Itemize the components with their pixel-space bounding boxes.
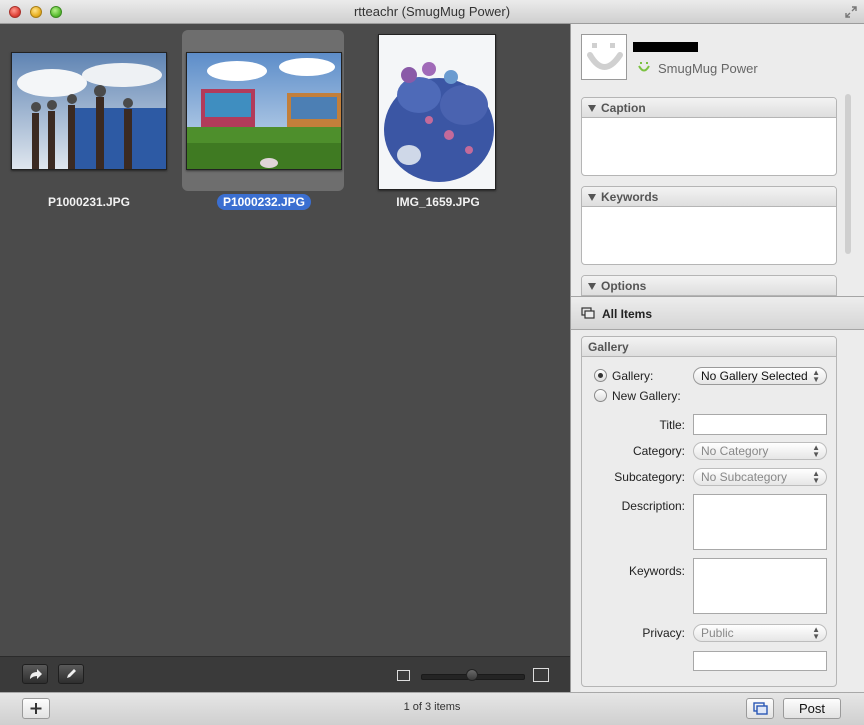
keywords-label: Keywords: [628,564,685,578]
queue-button[interactable] [746,698,774,719]
title-field[interactable] [693,414,827,435]
disclosure-triangle-icon[interactable] [588,283,596,290]
options-title: Options [601,279,647,293]
keywords-header[interactable]: Keywords [582,187,836,207]
photo-browser: P1000231.JPG P1000232.JPG IMG_1659.JPG [0,24,570,656]
popup-arrows-icon: ▲ ▼ [812,368,820,384]
large-thumbnail-icon[interactable] [533,668,549,682]
keywords-text-area[interactable] [582,207,836,264]
edit-button[interactable] [58,664,84,684]
stacked-photos-icon [753,702,768,715]
photo-thumbnail-p1000232[interactable] [186,52,342,170]
thumbnail-item[interactable]: IMG_1659.JPG [355,24,525,224]
browser-toolbar [0,656,570,692]
thumbnail-label[interactable]: P1000231.JPG [9,195,169,209]
options-header[interactable]: Options [582,276,836,296]
subcategory-label: Subcategory: [614,470,685,484]
metadata-scrollbar[interactable] [845,94,851,254]
smugmug-small-icon [638,62,650,72]
description-label: Description: [621,499,685,513]
gallery-select[interactable]: No Gallery Selected ▲ ▼ [693,367,827,385]
privacy-label: Privacy: [642,626,685,640]
thumbnail-label[interactable]: IMG_1659.JPG [358,195,518,209]
popup-arrows-icon: ▲ ▼ [812,469,820,485]
gallery-select-value: No Gallery Selected [701,369,808,383]
new-gallery-radio-label[interactable]: New Gallery: [612,389,681,403]
gallery-keywords-field[interactable] [693,558,827,614]
photo-thumbnail-p1000231[interactable] [11,52,167,170]
share-button[interactable] [22,664,48,684]
disclosure-triangle-icon[interactable] [588,105,596,112]
account-name-redacted [633,42,698,52]
category-select[interactable]: No Category ▲ ▼ [693,442,827,460]
fullscreen-icon[interactable] [844,5,858,19]
subcategory-select[interactable]: No Subcategory ▲ ▼ [693,468,827,486]
title-label: Title: [659,418,685,432]
metadata-panel: SmugMug Power Caption Keywords Options [571,24,864,305]
slider-knob[interactable] [466,669,478,681]
caption-title: Caption [601,101,646,115]
status-bar: 1 of 3 items Post [0,692,864,725]
caption-section: Caption [581,97,837,176]
popup-arrows-icon: ▲ ▼ [812,625,820,641]
all-items-label: All Items [602,307,653,321]
thumbnail-item[interactable]: P1000231.JPG [0,24,180,224]
gallery-radio-label[interactable]: Gallery: [612,369,653,383]
thumbnail-item[interactable]: P1000232.JPG [180,24,350,224]
gallery-header: Gallery [582,337,836,357]
item-count: 1 of 3 items [403,701,461,713]
gallery-radio[interactable] [594,369,607,382]
category-label: Category: [632,444,685,458]
account-type: SmugMug Power [658,61,758,76]
popup-arrows-icon: ▲ ▼ [812,443,820,459]
smugmug-face-icon [587,43,623,70]
privacy-select-value: Public [701,626,734,640]
category-select-value: No Category [701,444,769,458]
keywords-section: Keywords [581,186,837,265]
extra-field[interactable] [693,651,827,671]
photo-thumbnail-img-1659[interactable] [378,34,496,190]
window-title: rtteachr (SmugMug Power) [353,4,511,19]
title-bar: rtteachr (SmugMug Power) [0,0,864,24]
privacy-select[interactable]: Public ▲ ▼ [693,624,827,642]
small-thumbnail-icon[interactable] [397,670,410,681]
post-button[interactable]: Post [783,698,841,719]
disclosure-triangle-icon[interactable] [588,194,596,201]
caption-text-area[interactable] [582,118,836,175]
selected-label-text: P1000232.JPG [216,194,312,210]
upload-settings-panel: Gallery Gallery: No Gallery Selected ▲ ▼ … [571,330,864,692]
pencil-icon [67,669,76,678]
description-field[interactable] [693,494,827,550]
caption-header[interactable]: Caption [582,98,836,118]
gallery-section: Gallery Gallery: No Gallery Selected ▲ ▼ … [581,336,837,687]
thumbnail-label-selected[interactable]: P1000232.JPG [184,194,344,210]
subcategory-select-value: No Subcategory [701,470,788,484]
new-gallery-radio[interactable] [594,389,607,402]
share-arrow-icon [30,669,42,679]
keywords-title: Keywords [601,190,659,204]
stacked-items-icon [581,307,595,319]
all-items-bar[interactable]: All Items [571,296,864,330]
smugmug-logo-box [581,34,627,80]
